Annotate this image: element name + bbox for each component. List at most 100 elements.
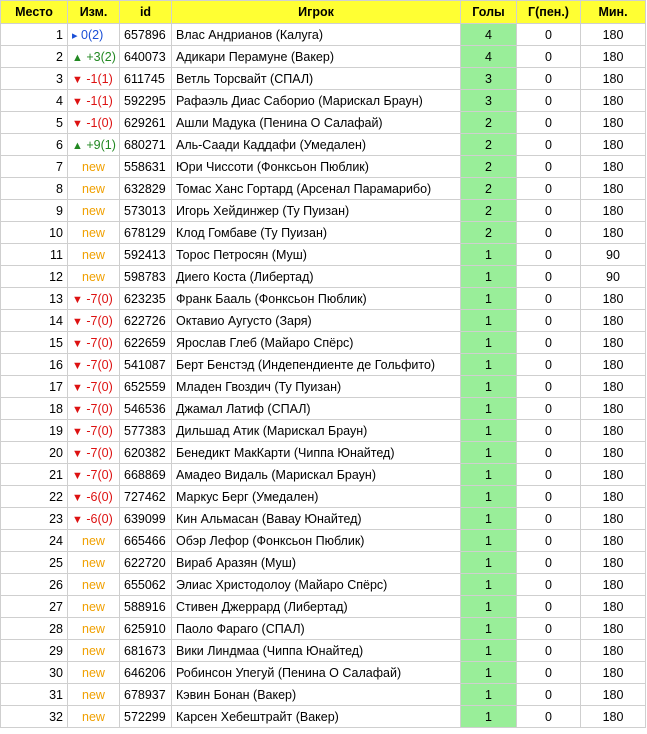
player-id-cell: 598783 [119, 265, 172, 288]
change-cell: new [67, 265, 120, 288]
change-cell: ▼ -7(0) [67, 331, 120, 354]
arrow-down-icon: ▼ [72, 491, 83, 504]
penalty-goals-cell: 0 [516, 111, 581, 134]
arrow-down-icon: ▼ [72, 315, 83, 328]
arrow-down-icon: ▼ [72, 117, 83, 130]
header-goals[interactable]: Голы [460, 0, 517, 24]
player-id-cell: 577383 [119, 419, 172, 442]
table-row: 1 ▸ 0(2) 657896 Влас Андрианов (Калуга) 4 0 18… [0, 23, 646, 46]
penalty-goals-cell: 0 [516, 617, 581, 640]
change-value: -7(0) [86, 445, 113, 460]
place-cell: 11 [0, 243, 68, 266]
change-cell: new [67, 705, 120, 728]
header-place[interactable]: Место [0, 0, 68, 24]
minutes-cell: 180 [580, 485, 646, 508]
arrow-down-icon: ▼ [72, 425, 83, 438]
arrow-down-icon: ▼ [72, 95, 83, 108]
minutes-cell: 180 [580, 353, 646, 376]
penalty-goals-cell: 0 [516, 441, 581, 464]
arrow-up-icon: ▲ [72, 51, 83, 64]
table-row: 30 new 646206 Робинсон Упегуй (Пенина О Сал… [0, 661, 646, 684]
player-id-cell: 680271 [119, 133, 172, 156]
place-cell: 21 [0, 463, 68, 486]
goals-cell: 4 [460, 23, 517, 46]
change-value: +3(2) [86, 49, 116, 64]
player-id-cell: 573013 [119, 199, 172, 222]
new-badge: new [82, 533, 105, 548]
penalty-goals-cell: 0 [516, 573, 581, 596]
change-value: -7(0) [86, 401, 113, 416]
header-player[interactable]: Игрок [171, 0, 461, 24]
table-row: 7 new 558631 Юри Чиссоти (Фонксьон Пюблик) 2… [0, 155, 646, 178]
change-value: -6(0) [86, 511, 113, 526]
change-cell: ▼ -7(0) [67, 419, 120, 442]
player-id-cell: 622720 [119, 551, 172, 574]
goals-cell: 1 [460, 705, 517, 728]
goals-cell: 1 [460, 309, 517, 332]
new-badge: new [82, 577, 105, 592]
place-cell: 27 [0, 595, 68, 618]
goals-cell: 1 [460, 243, 517, 266]
change-cell: new [67, 155, 120, 178]
new-badge: new [82, 225, 105, 240]
table-row: 32 new 572299 Карсен Хебештрайт (Вакер) 1 0 18… [0, 705, 646, 728]
new-badge: new [82, 159, 105, 174]
change-value: -7(0) [86, 357, 113, 372]
change-value: -7(0) [86, 467, 113, 482]
table-row: 11 new 592413 Торос Петросян (Муш) 1 0 90 [0, 243, 646, 266]
place-cell: 29 [0, 639, 68, 662]
player-name-cell: Клод Гомбаве (Ту Пуизан) [171, 221, 461, 244]
player-name-cell: Ашли Мадука (Пенина О Салафай) [171, 111, 461, 134]
penalty-goals-cell: 0 [516, 309, 581, 332]
player-id-cell: 665466 [119, 529, 172, 552]
penalty-goals-cell: 0 [516, 199, 581, 222]
player-id-cell: 639099 [119, 507, 172, 530]
header-id[interactable]: id [119, 0, 172, 24]
place-cell: 5 [0, 111, 68, 134]
place-cell: 4 [0, 89, 68, 112]
minutes-cell: 180 [580, 683, 646, 706]
place-cell: 28 [0, 617, 68, 640]
goals-cell: 2 [460, 221, 517, 244]
penalty-goals-cell: 0 [516, 463, 581, 486]
header-mins[interactable]: Мин. [580, 0, 646, 24]
change-value: -7(0) [86, 379, 113, 394]
change-value: -1(0) [86, 115, 113, 130]
new-badge: new [82, 599, 105, 614]
table-row: 25 new 622720 Вираб Аразян (Муш) 1 0 180 [0, 551, 646, 574]
player-id-cell: 592295 [119, 89, 172, 112]
goals-cell: 1 [460, 573, 517, 596]
scorers-table: Место Изм. id Игрок Голы Г(пен.) Мин. 1 ▸… [0, 0, 646, 728]
player-id-cell: 622659 [119, 331, 172, 354]
goals-cell: 1 [460, 617, 517, 640]
change-cell: ▼ -7(0) [67, 375, 120, 398]
minutes-cell: 180 [580, 463, 646, 486]
player-name-cell: Младен Гвоздич (Ту Пуизан) [171, 375, 461, 398]
place-cell: 31 [0, 683, 68, 706]
header-pen[interactable]: Г(пен.) [516, 0, 581, 24]
minutes-cell: 90 [580, 243, 646, 266]
minutes-cell: 90 [580, 265, 646, 288]
table-row: 17 ▼ -7(0) 652559 Младен Гвоздич (Ту Пуизан… [0, 375, 646, 398]
table-row: 8 new 632829 Томас Ханс Гортард (Арсенал Па… [0, 177, 646, 200]
table-row: 5 ▼ -1(0) 629261 Ашли Мадука (Пенина О Сала… [0, 111, 646, 134]
arrow-down-icon: ▼ [72, 73, 83, 86]
goals-cell: 1 [460, 661, 517, 684]
goals-cell: 2 [460, 133, 517, 156]
player-name-cell: Ветль Торсвайт (СПАЛ) [171, 67, 461, 90]
new-badge: new [82, 247, 105, 262]
change-value: -1(1) [86, 93, 113, 108]
change-value: -7(0) [86, 335, 113, 350]
minutes-cell: 180 [580, 639, 646, 662]
penalty-goals-cell: 0 [516, 177, 581, 200]
header-change[interactable]: Изм. [67, 0, 120, 24]
player-id-cell: 678129 [119, 221, 172, 244]
place-cell: 30 [0, 661, 68, 684]
penalty-goals-cell: 0 [516, 287, 581, 310]
player-name-cell: Дильшад Атик (Марискал Браун) [171, 419, 461, 442]
change-cell: new [67, 573, 120, 596]
change-cell: ▼ -6(0) [67, 485, 120, 508]
penalty-goals-cell: 0 [516, 23, 581, 46]
change-value: -7(0) [86, 291, 113, 306]
new-badge: new [82, 687, 105, 702]
